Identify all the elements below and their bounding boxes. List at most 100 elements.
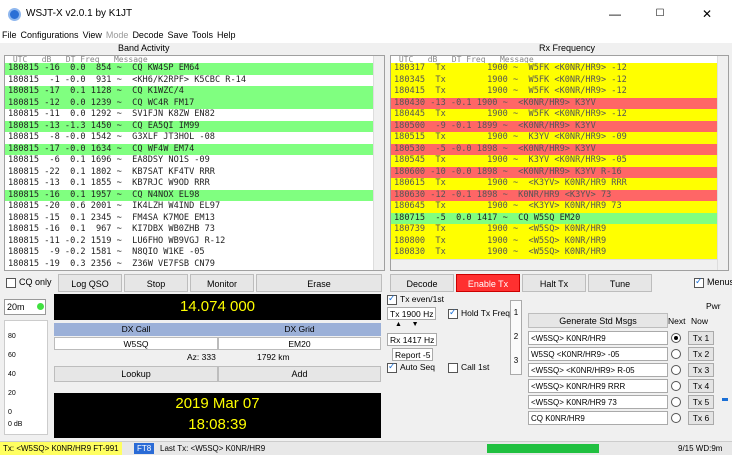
hold-tx-box[interactable]	[448, 307, 458, 319]
rx-frequency-row[interactable]: 180600 -10 -0.0 1898 ~ <K0NR/HR9> K3YV R…	[391, 166, 728, 178]
dx-call-input[interactable]: W5SQ	[54, 337, 218, 350]
menu-help[interactable]: Help	[215, 28, 238, 43]
rx-frequency-row[interactable]: 180630 -12 -0.1 1898 ~ K0NR/HR9 <K3YV> 7…	[391, 189, 728, 201]
band-activity-row[interactable]: 180815 -19 0.3 2356 ~ Z36W VE7FSB CN79	[5, 259, 384, 271]
call-1st-checkbox[interactable]: Call 1st	[448, 362, 489, 373]
rx-frequency-row[interactable]: 180739 Tx 1900 ~ <W5SQ> K0NR/HR9	[391, 224, 728, 236]
tx-message-field[interactable]: <W5SQ> K0NR/HR9	[528, 331, 668, 345]
menu-mode[interactable]: Mode	[104, 28, 131, 43]
rx-frequency-row[interactable]: 180515 Tx 1900 ~ K3YV <K0NR/HR9> -09	[391, 132, 728, 144]
band-activity-row[interactable]: 180815 -11 0.0 1292 ~ SV1FJN K8ZW EN82	[5, 109, 384, 121]
band-activity-row[interactable]: 180815 -16 0.0 854 ~ CQ KW4SP EM64	[5, 63, 384, 75]
menu-configurations[interactable]: Configurations	[19, 28, 81, 43]
tx-even-checkbox[interactable]: Tx even/1st	[387, 293, 444, 305]
tune-button[interactable]: Tune	[588, 274, 652, 292]
report-spinbox[interactable]: Report -5	[392, 348, 434, 361]
next-radio[interactable]	[671, 365, 681, 375]
rx-frequency-row[interactable]: 180800 Tx 1900 ~ <W5SQ> K0NR/HR9	[391, 235, 728, 247]
band-activity-row[interactable]: 180815 -17 0.1 1128 ~ CQ K1WZC/4	[5, 86, 384, 98]
rx-frequency-row[interactable]: 180545 Tx 1900 ~ K3YV <K0NR/HR9> -05	[391, 155, 728, 167]
rx-frequency-row[interactable]: 180615 Tx 1900 ~ <K3YV> K0NR/HR9 RRR	[391, 178, 728, 190]
band-activity-row[interactable]: 180815 -1 -0.0 931 ~ <KH6/K2RPF> K5CBC R…	[5, 75, 384, 87]
tx-message-field[interactable]: <W5SQ> <K0NR/HR9> R-05	[528, 363, 668, 377]
close-button[interactable]: ✕	[690, 4, 724, 24]
generate-std-msgs-button[interactable]: Generate Std Msgs	[528, 313, 668, 328]
cq-only-box[interactable]	[6, 277, 16, 288]
next-radio[interactable]	[671, 333, 681, 343]
band-activity-row[interactable]: 180815 -6 0.1 1696 ~ EA8DSY NO1S -09	[5, 155, 384, 167]
report-value[interactable]: Report -5	[392, 348, 434, 361]
tab-3[interactable]: 3	[511, 349, 521, 373]
menu-tools[interactable]: Tools	[190, 28, 215, 43]
tx-message-field[interactable]: W5SQ <K0NR/HR9> -05	[528, 347, 668, 361]
erase-button[interactable]: Erase	[256, 274, 382, 292]
rx-freq-value[interactable]: Rx 1417 Hz	[387, 333, 438, 346]
band-activity-row[interactable]: 180815 -13 0.1 1855 ~ KB7RJC W9OD RRR	[5, 178, 384, 190]
next-radio[interactable]	[671, 397, 681, 407]
menu-decode[interactable]: Decode	[130, 28, 165, 43]
band-activity-scrollbar[interactable]	[373, 56, 384, 270]
auto-seq-box[interactable]	[387, 361, 397, 373]
rx-frequency-row[interactable]: 180530 -5 -0.0 1898 ~ <K0NR/HR9> K3YV	[391, 143, 728, 155]
rx-frequency-row[interactable]: 180345 Tx 1900 ~ W5FK <K0NR/HR9> -12	[391, 74, 728, 86]
menus-checkbox[interactable]: Menus	[694, 276, 732, 288]
rx-frequency-list[interactable]: UTC dB DT Freq Message 180317 Tx 1900 ~ …	[390, 55, 729, 271]
freq-swap-arrows[interactable]: ▲ ▼	[395, 321, 419, 328]
tx-freq-spinbox[interactable]: Tx 1900 Hz	[387, 307, 437, 320]
rx-frequency-hscrollbar[interactable]	[391, 259, 717, 270]
next-radio[interactable]	[671, 413, 681, 423]
rx-frequency-row[interactable]: 180430 -13 -0.1 1900 ~ <K0NR/HR9> K3YV	[391, 97, 728, 109]
tx-now-button[interactable]: Tx 4	[688, 379, 714, 393]
lookup-button[interactable]: Lookup	[54, 366, 218, 382]
next-radio[interactable]	[671, 381, 681, 391]
stop-button[interactable]: Stop	[124, 274, 188, 292]
cq-only-checkbox[interactable]: CQ only	[6, 277, 52, 288]
tx-message-field[interactable]: <W5SQ> K0NR/HR9 RRR	[528, 379, 668, 393]
tx-now-button[interactable]: Tx 5	[688, 395, 714, 409]
hold-tx-checkbox[interactable]: Hold Tx Freq	[448, 307, 510, 319]
tx-even-box[interactable]	[387, 293, 397, 305]
dx-grid-input[interactable]: EM20	[218, 337, 381, 350]
monitor-button[interactable]: Monitor	[190, 274, 254, 292]
rx-frequency-row[interactable]: 180500 -9 -0.1 1899 ~ <K0NR/HR9> K3YV	[391, 120, 728, 132]
tx-message-field[interactable]: CQ K0NR/HR9	[528, 411, 668, 425]
rx-frequency-row[interactable]: 180715 -5 0.0 1417 ~ CQ W5SQ EM20	[391, 212, 728, 224]
next-radio[interactable]	[671, 349, 681, 359]
call-1st-box[interactable]	[448, 362, 458, 373]
tx-now-button[interactable]: Tx 2	[688, 347, 714, 361]
band-activity-row[interactable]: 180815 -12 0.0 1239 ~ CQ WC4R FM17	[5, 97, 384, 109]
menu-save[interactable]: Save	[165, 28, 190, 43]
log-qso-button[interactable]: Log QSO	[58, 274, 122, 292]
menu-view[interactable]: View	[81, 28, 104, 43]
band-activity-row[interactable]: 180815 -11 -0.2 1519 ~ LU6FHO WB9VGJ R-1…	[5, 236, 384, 248]
tx-now-button[interactable]: Tx 1	[688, 331, 714, 345]
rx-frequency-row[interactable]: 180317 Tx 1900 ~ W5FK <K0NR/HR9> -12	[391, 63, 728, 75]
rx-freq-spinbox[interactable]: Rx 1417 Hz	[387, 333, 438, 346]
band-activity-row[interactable]: 180815 -15 0.1 2345 ~ FM4SA K7MOE EM13	[5, 213, 384, 225]
band-activity-row[interactable]: 180815 -20 0.6 2001 ~ IK4LZH W4IND EL97	[5, 201, 384, 213]
rx-frequency-row[interactable]: 180830 Tx 1900 ~ <W5SQ> K0NR/HR9	[391, 247, 728, 259]
halt-tx-button[interactable]: Halt Tx	[522, 274, 586, 292]
band-activity-row[interactable]: 180815 -16 0.1 1957 ~ CQ N4NOX EL98	[5, 189, 384, 201]
rx-frequency-row[interactable]: 180415 Tx 1900 ~ W5FK <K0NR/HR9> -12	[391, 86, 728, 98]
auto-seq-checkbox[interactable]: Auto Seq	[387, 361, 435, 373]
band-activity-row[interactable]: 180815 -16 0.1 967 ~ KI7DBX WB0ZHB 73	[5, 224, 384, 236]
rx-frequency-row[interactable]: 180645 Tx 1900 ~ <K3YV> K0NR/HR9 73	[391, 201, 728, 213]
band-activity-row[interactable]: 180815 -22 0.1 1802 ~ KB7SAT KF4TV RRR	[5, 167, 384, 179]
decode-button[interactable]: Decode	[390, 274, 454, 292]
tx-now-button[interactable]: Tx 3	[688, 363, 714, 377]
tab-2[interactable]: 2	[511, 325, 521, 349]
rx-frequency-scrollbar[interactable]	[717, 56, 728, 270]
tab-1[interactable]: 1	[511, 301, 521, 325]
tx-freq-value[interactable]: Tx 1900 Hz	[387, 307, 437, 320]
tx-now-button[interactable]: Tx 6	[688, 411, 714, 425]
maximize-button[interactable]: ☐	[643, 4, 677, 24]
tx-message-field[interactable]: <W5SQ> K0NR/HR9 73	[528, 395, 668, 409]
menus-box[interactable]	[694, 276, 704, 288]
band-activity-list[interactable]: UTC dB DT Freq Message 180815 -16 0.0 85…	[4, 55, 385, 271]
minimize-button[interactable]: —	[598, 4, 632, 24]
band-activity-row[interactable]: 180815 -13 -1.3 1450 ~ CQ EA5QI IM99	[5, 120, 384, 132]
band-activity-row[interactable]: 180815 -8 -0.0 1542 ~ G3XLF JT3HOL -08	[5, 132, 384, 144]
enable-tx-button[interactable]: Enable Tx	[456, 274, 520, 292]
add-button[interactable]: Add	[218, 366, 381, 382]
